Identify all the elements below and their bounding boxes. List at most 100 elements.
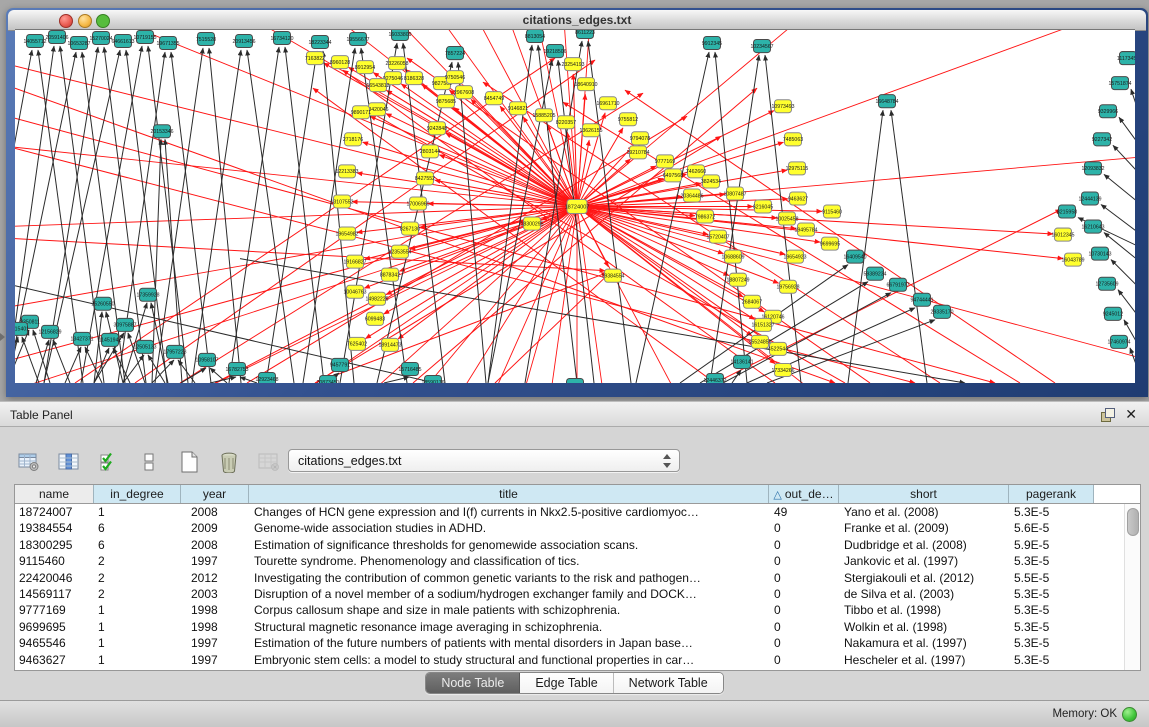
table-row[interactable]: 911546021997Tourette syndrome. Phenomeno… bbox=[15, 553, 1140, 569]
network-node[interactable]: 18807249 bbox=[726, 273, 749, 286]
network-node[interactable]: 30975887 bbox=[113, 318, 136, 331]
network-node[interactable]: 10688609 bbox=[721, 250, 744, 263]
table-row[interactable]: 1830029562008Estimation of significance … bbox=[15, 537, 1140, 553]
new-table-icon[interactable] bbox=[176, 449, 202, 475]
network-node[interactable]: 13626155 bbox=[579, 124, 602, 137]
network-node[interactable]: 19166827 bbox=[343, 255, 366, 268]
table-row[interactable]: 1872400712008Changes of HCN gene express… bbox=[15, 504, 1140, 520]
network-node[interactable]: 14055712 bbox=[23, 35, 46, 48]
network-node[interactable]: 9242848 bbox=[427, 122, 447, 135]
network-node[interactable]: 8878342 bbox=[380, 268, 400, 281]
network-node[interactable]: 8960128 bbox=[330, 56, 350, 69]
network-node[interactable]: 66791977 bbox=[886, 278, 909, 291]
network-node[interactable]: 12923468 bbox=[255, 372, 278, 383]
column-header[interactable]: △out_de… bbox=[769, 485, 839, 503]
network-node[interactable]: 7485063 bbox=[783, 133, 803, 146]
network-node[interactable]: 4522544 bbox=[768, 342, 788, 355]
network-node[interactable]: 15270024 bbox=[89, 32, 112, 45]
network-node[interactable]: 16734120 bbox=[270, 32, 293, 45]
network-node[interactable]: 20913456 bbox=[232, 35, 255, 48]
network-node[interactable]: 8134057 bbox=[565, 378, 585, 383]
network-node[interactable]: 16012345 bbox=[1051, 228, 1074, 241]
network-node[interactable]: 19210784 bbox=[626, 146, 649, 159]
network-node[interactable]: 12353554 bbox=[388, 245, 411, 258]
network-node[interactable]: 12735609 bbox=[1095, 277, 1118, 290]
network-node[interactable]: 8186328 bbox=[404, 72, 424, 85]
column-mode-icon[interactable] bbox=[56, 449, 82, 475]
network-node[interactable]: 18300295 bbox=[520, 217, 543, 230]
network-node[interactable]: 8267130 bbox=[400, 222, 420, 235]
table-row[interactable]: 946554611997Estimation of the future num… bbox=[15, 635, 1140, 651]
network-node[interactable]: 2803144 bbox=[420, 145, 440, 158]
network-node[interactable]: 9890171 bbox=[351, 106, 371, 119]
tab-node-table[interactable]: Node Table bbox=[426, 673, 520, 693]
network-node[interactable]: 18724007 bbox=[565, 199, 590, 213]
network-node[interactable]: 9227342 bbox=[1092, 133, 1112, 146]
network-node[interactable]: 15751874 bbox=[1108, 77, 1131, 90]
column-header[interactable]: year bbox=[181, 485, 249, 503]
network-node[interactable]: 10234567 bbox=[750, 40, 773, 53]
network-node[interactable]: 16648784 bbox=[875, 95, 898, 108]
network-node[interactable]: 12156829 bbox=[38, 325, 61, 338]
memory-status-indicator[interactable] bbox=[1122, 707, 1137, 722]
network-node[interactable]: 10046763 bbox=[343, 285, 366, 298]
network-node[interactable]: 11173456 bbox=[1117, 52, 1135, 65]
float-panel-icon[interactable] bbox=[1101, 408, 1115, 422]
network-node[interactable]: 10025458 bbox=[775, 212, 798, 225]
network-node[interactable]: 10807487 bbox=[723, 187, 746, 200]
network-node[interactable]: 20873451 bbox=[316, 375, 339, 383]
network-node[interactable]: 15720407 bbox=[706, 230, 729, 243]
network-node[interactable]: 2684067 bbox=[742, 295, 762, 308]
network-node[interactable]: 13107552 bbox=[330, 195, 353, 208]
network-node[interactable]: 8220357 bbox=[556, 116, 576, 129]
network-node[interactable]: 7163822 bbox=[305, 52, 325, 65]
network-node[interactable]: 17006960 bbox=[406, 197, 429, 210]
window-titlebar[interactable]: citations_edges.txt bbox=[8, 10, 1146, 31]
network-node[interactable]: 16210643 bbox=[1081, 220, 1104, 233]
network-node[interactable]: 3315401 bbox=[15, 322, 29, 335]
column-header[interactable]: in_degree bbox=[94, 485, 181, 503]
network-node[interactable]: 10730143 bbox=[1088, 247, 1111, 260]
network-node[interactable]: 6216045 bbox=[753, 200, 773, 213]
table-row[interactable]: 1456911722003Disruption of a novel membe… bbox=[15, 586, 1140, 602]
network-node[interactable]: 9463627 bbox=[788, 192, 808, 205]
network-node[interactable]: 8813054 bbox=[525, 30, 545, 43]
network-node[interactable]: 8454749 bbox=[484, 92, 504, 105]
network-node[interactable]: 9912345 bbox=[702, 37, 722, 50]
network-node[interactable]: 8912954 bbox=[355, 61, 375, 74]
network-node[interactable]: 16409540 bbox=[843, 250, 866, 263]
network-node[interactable]: 59389234 bbox=[863, 267, 886, 280]
network-node[interactable]: 10653287 bbox=[67, 37, 90, 50]
network-node[interactable]: 18914473 bbox=[378, 338, 401, 351]
network-node[interactable]: 19671355 bbox=[156, 37, 179, 50]
network-node[interactable]: 12505133 bbox=[133, 340, 156, 353]
network-node[interactable]: 2718176 bbox=[343, 133, 363, 146]
table-settings-icon[interactable] bbox=[16, 449, 42, 475]
network-node[interactable]: 19495784 bbox=[794, 223, 817, 236]
network-node[interactable]: 9875685 bbox=[436, 95, 456, 108]
network-node[interactable]: 19654982 bbox=[335, 227, 358, 240]
network-node[interactable]: 64661613 bbox=[111, 35, 134, 48]
network-node[interactable]: 19384554 bbox=[601, 269, 624, 282]
collapsed-panel-arrow-icon[interactable] bbox=[0, 333, 5, 341]
network-node[interactable]: 9699695 bbox=[820, 237, 840, 250]
network-node[interactable]: 14136141 bbox=[730, 355, 753, 368]
network-node[interactable]: 9245012 bbox=[1103, 307, 1123, 320]
network-node[interactable]: 16033809 bbox=[388, 30, 411, 41]
network-node[interactable]: 20591406 bbox=[45, 31, 68, 44]
network-node[interactable]: 11451942 bbox=[99, 333, 122, 346]
column-header[interactable]: name bbox=[15, 485, 94, 503]
tab-network-table[interactable]: Network Table bbox=[614, 673, 723, 693]
network-node[interactable]: 9146821 bbox=[508, 102, 528, 115]
network-node[interactable]: 14982225 bbox=[365, 292, 388, 305]
column-header[interactable]: title bbox=[249, 485, 769, 503]
table-row[interactable]: 946362711997Embryonic stem cells: a mode… bbox=[15, 652, 1140, 668]
network-node[interactable]: 17957223 bbox=[163, 345, 186, 358]
network-node[interactable]: 15885205 bbox=[532, 109, 555, 122]
tab-edge-table[interactable]: Edge Table bbox=[520, 673, 613, 693]
network-node[interactable]: 16043789 bbox=[1061, 253, 1084, 266]
table-select-dropdown[interactable]: citations_edges.txt bbox=[288, 449, 680, 472]
network-node[interactable]: 6497568 bbox=[663, 169, 683, 182]
network-node[interactable]: 9115460 bbox=[822, 205, 842, 218]
network-node[interactable]: 3824534 bbox=[701, 175, 721, 188]
